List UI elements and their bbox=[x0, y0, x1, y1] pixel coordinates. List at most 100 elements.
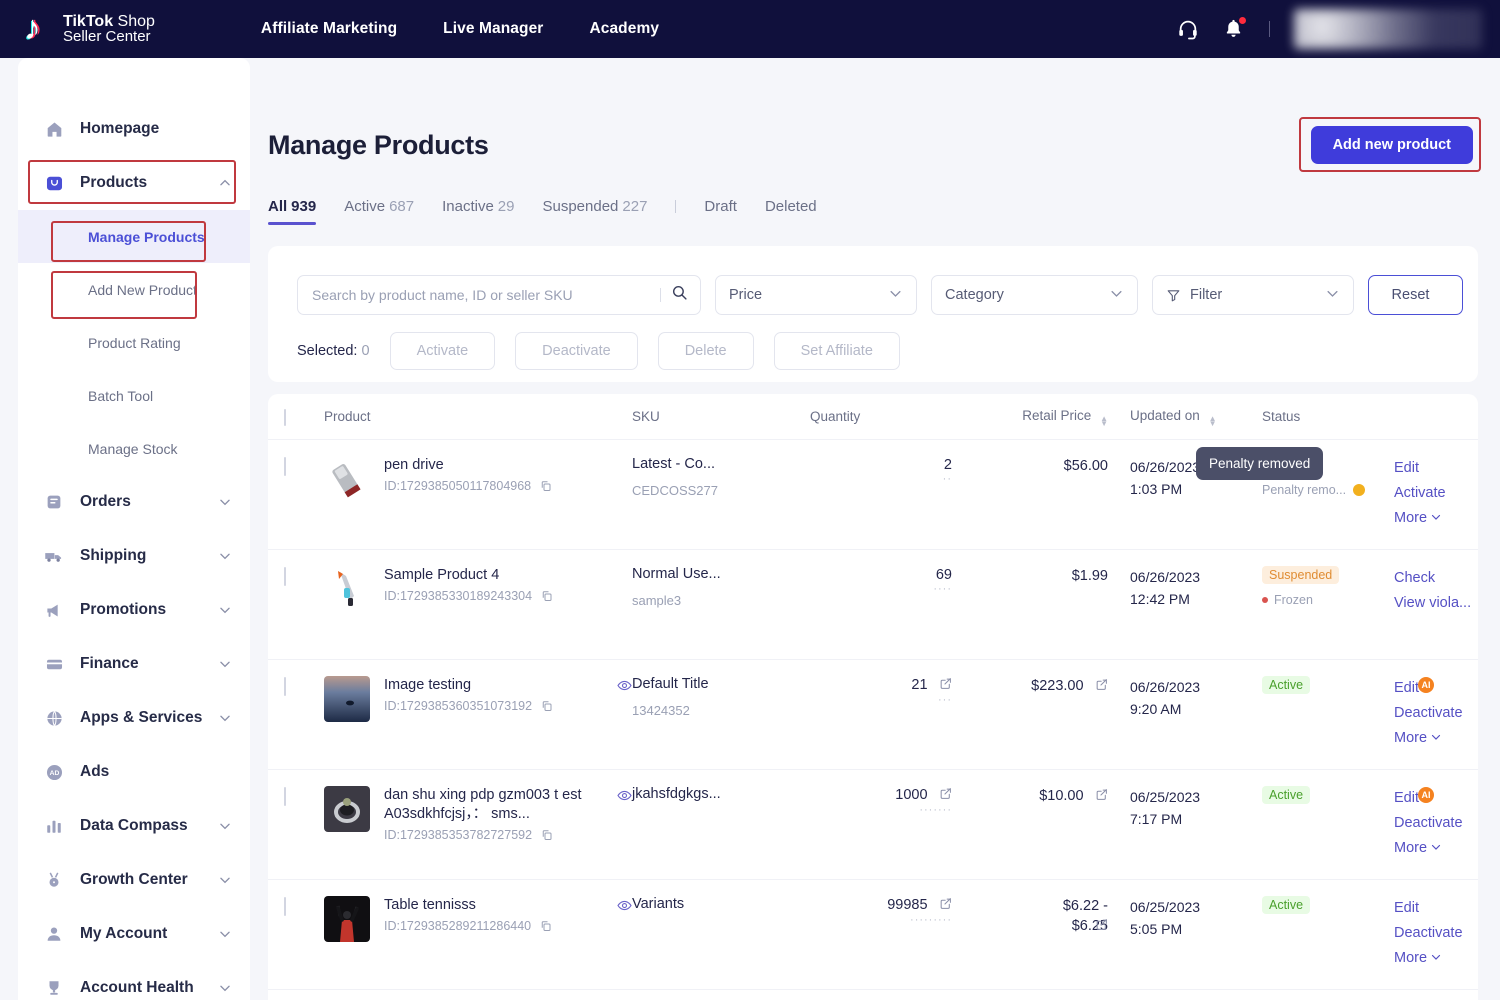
nav-link-affiliate-marketing[interactable]: Affiliate Marketing bbox=[261, 20, 397, 38]
action-check[interactable]: Check bbox=[1394, 566, 1478, 591]
action-edit[interactable]: EditAI bbox=[1394, 676, 1478, 701]
sidebar-item-finance[interactable]: Finance bbox=[18, 637, 250, 691]
table-row[interactable]: dan shu xing pdp gzm003 t est A03sdkhfcj… bbox=[268, 770, 1478, 880]
sort-icon[interactable]: ▲▼ bbox=[1100, 416, 1108, 426]
sub-status[interactable]: Penalty remo... bbox=[1262, 483, 1388, 497]
preview-eye-icon[interactable] bbox=[617, 788, 632, 809]
quantity-dots: ···· bbox=[804, 585, 952, 593]
header-updated-on[interactable]: Updated on ▲▼ bbox=[1120, 408, 1252, 426]
row-checkbox[interactable] bbox=[284, 677, 286, 696]
copy-icon[interactable] bbox=[541, 590, 553, 605]
product-name[interactable]: Image testing bbox=[384, 676, 632, 695]
edit-pencil-icon[interactable] bbox=[1095, 918, 1108, 936]
copy-icon[interactable] bbox=[540, 920, 552, 935]
sidebar-item-promotions[interactable]: Promotions bbox=[18, 583, 250, 637]
status-badge: Suspended bbox=[1262, 566, 1339, 584]
edit-pencil-icon[interactable] bbox=[939, 677, 952, 695]
action-view-violation[interactable]: View viola... bbox=[1394, 591, 1478, 616]
sidebar-item-account-health[interactable]: Account Health bbox=[18, 961, 250, 1000]
tab-active[interactable]: Active687 bbox=[330, 198, 428, 225]
action-more[interactable]: More bbox=[1394, 946, 1478, 971]
action-more[interactable]: More bbox=[1394, 726, 1478, 751]
sidebar-item-apps-and-services[interactable]: Apps & Services bbox=[18, 691, 250, 745]
select-all-checkbox[interactable] bbox=[284, 409, 286, 426]
action-deactivate[interactable]: Deactivate bbox=[1394, 811, 1478, 836]
edit-pencil-icon[interactable] bbox=[1095, 678, 1108, 696]
sidebar-item-shipping[interactable]: Shipping bbox=[18, 529, 250, 583]
product-name[interactable]: Sample Product 4 bbox=[384, 566, 632, 585]
sort-icon[interactable]: ▲▼ bbox=[1209, 416, 1217, 426]
selected-count-label: Selected: 0 bbox=[297, 343, 370, 359]
sidebar-item-add-new-product[interactable]: Add New Product bbox=[18, 263, 250, 316]
action-deactivate[interactable]: Deactivate bbox=[1394, 701, 1478, 726]
product-name[interactable]: dan shu xing pdp gzm003 t est A03sdkhfcj… bbox=[384, 786, 632, 824]
action-deactivate[interactable]: Deactivate bbox=[1394, 921, 1478, 946]
search-icon[interactable] bbox=[671, 284, 688, 306]
headset-icon[interactable] bbox=[1177, 18, 1199, 40]
tab-suspended[interactable]: Suspended227 bbox=[528, 198, 661, 225]
action-more[interactable]: More bbox=[1394, 836, 1478, 861]
search-field-wrapper[interactable] bbox=[297, 275, 701, 315]
nav-link-academy[interactable]: Academy bbox=[589, 20, 659, 38]
product-cell: Sample Product 4 ID:1729385330189243304 bbox=[324, 566, 632, 612]
selected-count: 0 bbox=[362, 343, 370, 359]
set-affiliate-button[interactable]: Set Affiliate bbox=[774, 332, 900, 370]
nav-link-live-manager[interactable]: Live Manager bbox=[443, 20, 543, 38]
sidebar-item-growth-center[interactable]: Growth Center bbox=[18, 853, 250, 907]
search-input[interactable] bbox=[310, 286, 660, 304]
product-name[interactable]: pen drive bbox=[384, 456, 632, 475]
sidebar-item-manage-products[interactable]: Manage Products bbox=[18, 210, 250, 263]
product-name[interactable]: Table tennisss bbox=[384, 896, 632, 915]
action-edit[interactable]: EditAI bbox=[1394, 786, 1478, 811]
action-more[interactable]: More bbox=[1394, 506, 1478, 531]
header-retail-price[interactable]: Retail Price ▲▼ bbox=[980, 408, 1120, 426]
row-checkbox[interactable] bbox=[284, 457, 286, 476]
activate-button[interactable]: Activate bbox=[390, 332, 496, 370]
price-filter-dropdown[interactable]: Price bbox=[715, 275, 917, 315]
product-thumbnail bbox=[324, 786, 370, 832]
row-checkbox[interactable] bbox=[284, 897, 286, 916]
user-account-avatar[interactable] bbox=[1294, 9, 1482, 49]
copy-icon[interactable] bbox=[541, 700, 553, 715]
brand-logo[interactable]: ♪♪♪ TikTok Shop Seller Center bbox=[24, 12, 155, 46]
table-row[interactable]: Table tennisss ID:1729385289211286440 Va… bbox=[268, 880, 1478, 990]
row-checkbox[interactable] bbox=[284, 787, 286, 806]
filter-dropdown[interactable]: Filter bbox=[1152, 275, 1354, 315]
preview-eye-icon[interactable] bbox=[617, 678, 632, 699]
sidebar-item-my-account[interactable]: My Account bbox=[18, 907, 250, 961]
tab-draft[interactable]: Draft bbox=[690, 198, 751, 225]
retail-price-value: $56.00 bbox=[1064, 458, 1108, 474]
action-edit[interactable]: Edit bbox=[1394, 896, 1478, 921]
action-activate[interactable]: Activate bbox=[1394, 481, 1478, 506]
bell-icon[interactable] bbox=[1223, 18, 1245, 40]
tab-inactive[interactable]: Inactive29 bbox=[428, 198, 528, 225]
edit-pencil-icon[interactable] bbox=[939, 897, 952, 915]
deactivate-button[interactable]: Deactivate bbox=[515, 332, 638, 370]
table-row[interactable]: Image testing ID:1729385360351073192 Def… bbox=[268, 660, 1478, 770]
sidebar-item-product-rating[interactable]: Product Rating bbox=[18, 316, 250, 369]
delete-button[interactable]: Delete bbox=[658, 332, 754, 370]
sidebar-item-batch-tool[interactable]: Batch Tool bbox=[18, 369, 250, 422]
sku-title: Default Title bbox=[632, 676, 804, 692]
tab-deleted[interactable]: Deleted bbox=[751, 198, 831, 225]
action-edit[interactable]: Edit bbox=[1394, 456, 1478, 481]
edit-pencil-icon[interactable] bbox=[939, 787, 952, 805]
reset-button[interactable]: Reset bbox=[1368, 275, 1463, 315]
warning-dot-icon[interactable] bbox=[1353, 484, 1365, 496]
sidebar-item-data-compass[interactable]: Data Compass bbox=[18, 799, 250, 853]
row-checkbox[interactable] bbox=[284, 567, 286, 586]
edit-pencil-icon[interactable] bbox=[1095, 788, 1108, 806]
product-id: ID:1729385353782727592 bbox=[384, 828, 632, 844]
sidebar-item-orders[interactable]: Orders bbox=[18, 475, 250, 529]
sidebar-item-label: My Account bbox=[80, 925, 218, 943]
copy-icon[interactable] bbox=[541, 829, 553, 844]
category-filter-dropdown[interactable]: Category bbox=[931, 275, 1138, 315]
preview-eye-icon[interactable] bbox=[617, 898, 632, 919]
sidebar-item-products[interactable]: Products bbox=[18, 156, 250, 210]
sidebar-item-ads[interactable]: AD Ads bbox=[18, 745, 250, 799]
table-row[interactable]: Sample Product 4 ID:1729385330189243304 … bbox=[268, 550, 1478, 660]
tab-all[interactable]: All939 bbox=[268, 198, 330, 225]
sidebar-item-homepage[interactable]: Homepage bbox=[18, 102, 250, 156]
copy-icon[interactable] bbox=[540, 480, 552, 495]
sidebar-item-manage-stock[interactable]: Manage Stock bbox=[18, 422, 250, 475]
